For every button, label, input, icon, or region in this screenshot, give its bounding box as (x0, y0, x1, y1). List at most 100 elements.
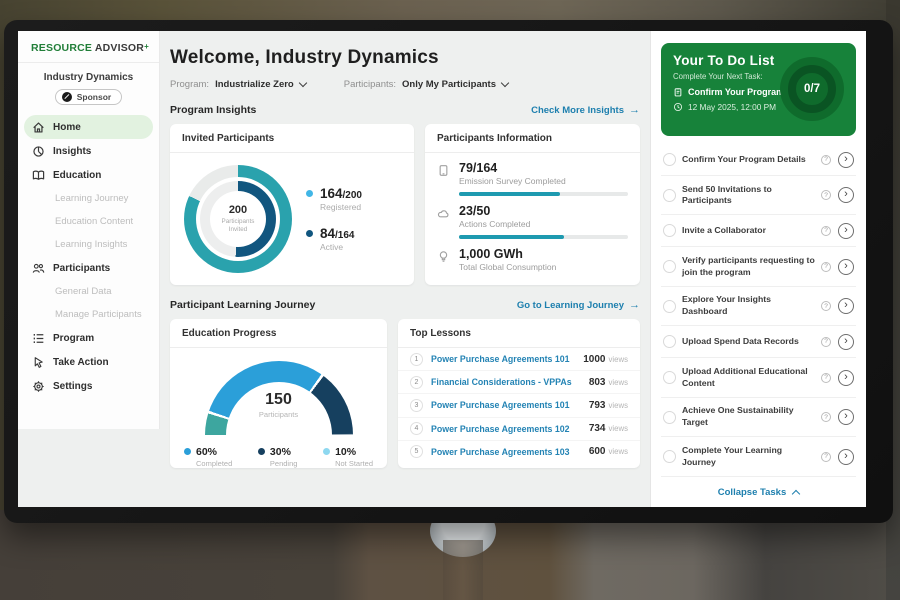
lesson-title-link[interactable]: Power Purchase Agreements 101 (431, 354, 583, 364)
sidebar-item-label: General Data (55, 286, 112, 297)
legend-value-main: 84 (320, 226, 335, 241)
task-checkbox[interactable] (663, 153, 676, 166)
program-filter[interactable]: Program: Industrialize Zero (170, 79, 306, 90)
lesson-row[interactable]: 4Power Purchase Agreements 102734views (398, 418, 640, 441)
collapse-tasks-link[interactable]: Collapse Tasks (661, 487, 856, 498)
check-more-insights-link[interactable]: Check More Insights (531, 104, 640, 116)
lesson-views-suffix: views (609, 355, 629, 364)
sponsor-badge-label: Sponsor (77, 92, 111, 102)
donut-center: 200 Participants Invited (210, 191, 266, 247)
task-checkbox[interactable] (663, 335, 676, 348)
participants-filter[interactable]: Participants: Only My Participants (344, 79, 508, 90)
sidebar-item-take-action[interactable]: Take Action (24, 350, 153, 374)
gauge-center-label: Participants (205, 410, 353, 419)
task-achieve-one-sustainability-target[interactable]: Achieve One Sustainability Target? (661, 398, 856, 437)
chevron-right-button[interactable] (838, 409, 854, 425)
stat-value: 1,000 GWh (459, 247, 628, 261)
legend-item-active: 84/164Active (306, 226, 362, 252)
help-icon[interactable]: ? (821, 262, 831, 272)
task-checkbox[interactable] (663, 189, 676, 202)
photo-background: RESOURCE ADVISOR+ Industry Dynamics Spon… (0, 0, 900, 600)
chevron-down-icon (501, 79, 509, 87)
help-icon[interactable]: ? (821, 373, 831, 383)
sidebar-item-settings[interactable]: Settings (24, 374, 153, 398)
task-checkbox[interactable] (663, 450, 676, 463)
chevron-right-button[interactable] (838, 298, 854, 314)
lesson-title-link[interactable]: Power Purchase Agreements 103 (431, 447, 589, 457)
go-to-learning-journey-label: Go to Learning Journey (517, 300, 624, 311)
sidebar-item-learning-journey[interactable]: Learning Journey (24, 187, 153, 210)
stat-progress-fill (459, 192, 560, 196)
legend-label: Pending (270, 459, 298, 468)
lesson-rank: 3 (410, 399, 423, 412)
task-invite-a-collaborator[interactable]: Invite a Collaborator? (661, 215, 856, 247)
task-label: Verify participants requesting to join t… (676, 255, 821, 278)
program-insights-title: Program Insights (170, 104, 256, 116)
task-verify-participants-requesting-to-join-the-program[interactable]: Verify participants requesting to join t… (661, 247, 856, 286)
task-checkbox[interactable] (663, 371, 676, 384)
sidebar-item-manage-participants[interactable]: Manage Participants (24, 303, 153, 326)
top-lessons-list: 1Power Purchase Agreements 1011000views2… (398, 348, 640, 463)
sidebar-item-program[interactable]: Program (24, 326, 153, 350)
chevron-down-icon (298, 79, 306, 87)
sponsor-badge[interactable]: Sponsor (55, 89, 122, 105)
help-icon[interactable]: ? (821, 190, 831, 200)
lesson-row[interactable]: 1Power Purchase Agreements 1011000views (398, 348, 640, 371)
legend-value-main: 164 (320, 186, 343, 201)
org-name: Industry Dynamics (18, 72, 159, 83)
top-lessons-card: Top Lessons 1Power Purchase Agreements 1… (398, 319, 640, 468)
task-checkbox[interactable] (663, 300, 676, 313)
lesson-row[interactable]: 3Power Purchase Agreements 101793views (398, 394, 640, 417)
lesson-title-link[interactable]: Power Purchase Agreements 101 (431, 400, 589, 410)
task-confirm-your-program-details[interactable]: Confirm Your Program Details? (661, 144, 856, 176)
sidebar-item-learning-insights[interactable]: Learning Insights (24, 233, 153, 256)
sidebar-item-participants[interactable]: Participants (24, 256, 153, 280)
sidebar-item-insights[interactable]: Insights (24, 139, 153, 163)
lesson-row[interactable]: 5Power Purchase Agreements 103600views (398, 441, 640, 463)
task-checkbox[interactable] (663, 260, 676, 273)
task-explore-your-insights-dashboard[interactable]: Explore Your Insights Dashboard? (661, 287, 856, 326)
help-icon[interactable]: ? (821, 337, 831, 347)
lesson-row[interactable]: 2Financial Considerations - VPPAs803view… (398, 371, 640, 394)
lesson-title-link[interactable]: Power Purchase Agreements 102 (431, 424, 589, 434)
stat-progress-fill (459, 235, 564, 239)
lesson-views: 600 (589, 446, 606, 457)
help-icon[interactable]: ? (821, 226, 831, 236)
participants-info-title: Participants Information (425, 124, 640, 153)
help-icon[interactable]: ? (821, 412, 831, 422)
legend-dot (184, 448, 191, 455)
task-label: Confirm Your Program Details (676, 154, 821, 166)
logo-plus: + (144, 42, 149, 51)
task-complete-your-learning-journey[interactable]: Complete Your Learning Journey? (661, 437, 856, 476)
go-to-learning-journey-link[interactable]: Go to Learning Journey (517, 299, 640, 311)
chevron-right-button[interactable] (838, 449, 854, 465)
chevron-right-button[interactable] (838, 152, 854, 168)
task-label: Achieve One Sustainability Target (676, 405, 821, 428)
task-checkbox[interactable] (663, 224, 676, 237)
chevron-right-button[interactable] (838, 259, 854, 275)
legend-value: 10% (335, 446, 373, 458)
task-send-50-invitations-to-participants[interactable]: Send 50 Invitations to Participants? (661, 176, 856, 215)
chevron-right-button[interactable] (838, 334, 854, 350)
help-icon[interactable]: ? (821, 301, 831, 311)
stat-total-global-consumption: 1,000 GWhTotal Global Consumption (425, 239, 640, 272)
task-upload-additional-educational-content[interactable]: Upload Additional Educational Content? (661, 358, 856, 397)
task-checkbox[interactable] (663, 411, 676, 424)
chevron-right-button[interactable] (838, 370, 854, 386)
task-upload-spend-data-records[interactable]: Upload Spend Data Records? (661, 326, 856, 358)
education-progress-title: Education Progress (170, 319, 387, 348)
todo-summary-card: Your To Do List Complete Your Next Task:… (661, 43, 856, 136)
chevron-right-button[interactable] (838, 223, 854, 239)
program-filter-label: Program: (170, 79, 209, 90)
lesson-title-link[interactable]: Financial Considerations - VPPAs (431, 377, 589, 387)
sidebar-item-education[interactable]: Education (24, 163, 153, 187)
sidebar-item-home[interactable]: Home (24, 115, 153, 139)
sidebar-item-general-data[interactable]: General Data (24, 280, 153, 303)
todo-progress-count: 0/7 (804, 83, 820, 95)
help-icon[interactable]: ? (821, 452, 831, 462)
sidebar-item-education-content[interactable]: Education Content (24, 210, 153, 233)
chevron-right-button[interactable] (838, 187, 854, 203)
invited-donut-chart: 200 Participants Invited (184, 165, 292, 273)
sidebar: RESOURCE ADVISOR+ Industry Dynamics Spon… (18, 31, 160, 429)
help-icon[interactable]: ? (821, 155, 831, 165)
